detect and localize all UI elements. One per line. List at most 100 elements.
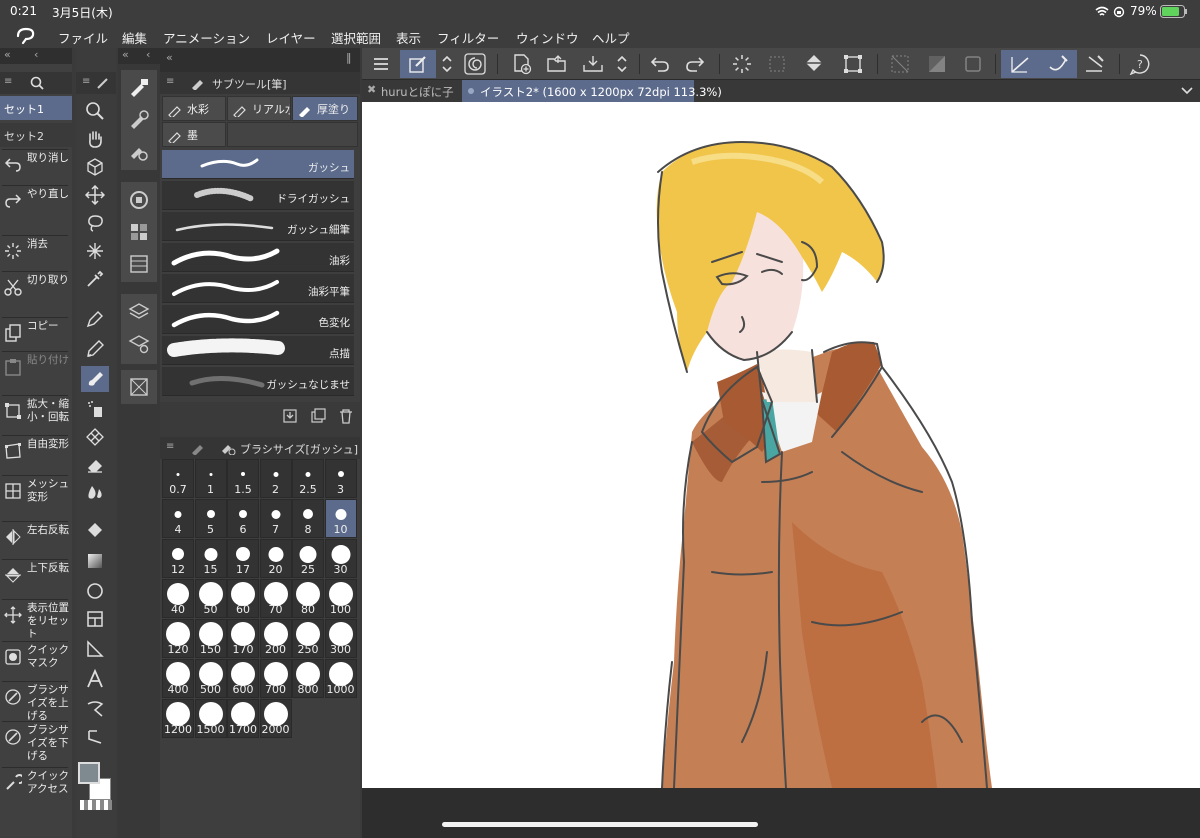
panel-menu-icon[interactable]: ≡	[166, 441, 174, 452]
brush-item[interactable]: ガッシュ細筆	[162, 212, 354, 241]
airbrush-tool-icon[interactable]	[81, 396, 109, 422]
delete-subtool-icon[interactable]	[338, 408, 354, 424]
correct-line-tool-icon[interactable]	[81, 724, 109, 750]
panel-menu-icon[interactable]: ≡	[82, 76, 90, 87]
undo-toolbar-icon[interactable]	[645, 50, 675, 78]
redo-toolbar-icon[interactable]	[680, 50, 710, 78]
brush-size-option[interactable]: 500	[194, 659, 227, 698]
save-options-chevron-icon[interactable]	[612, 50, 632, 78]
brush-size-option[interactable]: 10	[324, 499, 357, 538]
gradient-tool-icon[interactable]	[81, 548, 109, 574]
special-ruler-snap-button[interactable]	[1039, 50, 1077, 78]
frame-border-tool-icon[interactable]	[81, 606, 109, 632]
transform-icon[interactable]	[838, 50, 868, 78]
category-watercolor[interactable]: 水彩	[162, 96, 226, 121]
color-wheel-icon[interactable]	[125, 186, 153, 214]
brush-size-option[interactable]: 60	[227, 579, 259, 618]
brush-size-option[interactable]: 1700	[227, 699, 259, 738]
brush-item[interactable]: 油彩平筆	[162, 274, 354, 303]
tool-property-tab-icon[interactable]	[190, 441, 206, 455]
selection-border-icon[interactable]	[958, 50, 988, 78]
command-item-9[interactable]: 左右反転	[0, 524, 72, 558]
brush-item[interactable]: 点描	[162, 336, 354, 365]
command-item-5[interactable]: 貼り付け	[0, 354, 72, 388]
category-real-watercolor[interactable]: リアル水彩	[227, 96, 291, 121]
brush-size-option[interactable]: 100	[324, 579, 357, 618]
brush-size-option[interactable]: 2	[259, 459, 292, 498]
move-layer-tool-icon[interactable]	[81, 182, 109, 208]
brush-size-option[interactable]: 700	[259, 659, 292, 698]
help-icon[interactable]: ?	[1125, 50, 1155, 78]
set-tab-2[interactable]: セット2	[0, 123, 72, 147]
brush-size-option[interactable]: 0.7	[162, 459, 194, 498]
command-item-3[interactable]: 切り取り	[0, 274, 72, 308]
tab-huru[interactable]: ✖ huruとぽに子	[362, 80, 460, 102]
palette-collapse-bar-2[interactable]: « ‹	[118, 48, 160, 64]
brush-size-option[interactable]: 50	[194, 579, 227, 618]
new-file-icon[interactable]	[507, 50, 537, 78]
command-item-10[interactable]: 上下反転	[0, 562, 72, 596]
hand-tool-icon[interactable]	[81, 126, 109, 152]
zoom-tool-icon[interactable]	[81, 98, 109, 124]
eyedropper-tool-icon[interactable]	[81, 266, 109, 292]
duplicate-subtool-icon[interactable]	[310, 408, 326, 424]
fill-bucket-icon[interactable]	[799, 50, 829, 78]
menu-selection[interactable]: 選択範囲	[331, 28, 381, 47]
subtool-collapse-bar[interactable]: « ‖	[160, 48, 360, 72]
panel-menu-icon[interactable]: ≡	[166, 76, 174, 87]
brush-size-option[interactable]: 400	[162, 659, 194, 698]
updown-chevron-icon[interactable]	[437, 50, 457, 78]
chevron-left-icon[interactable]: ‹	[146, 48, 150, 61]
brush-item[interactable]: ドライガッシュ	[162, 181, 354, 210]
pencil-tool-icon[interactable]	[81, 336, 109, 362]
panel-resize-icon[interactable]: ‖	[346, 51, 352, 64]
chevron-left-icon[interactable]: ‹	[34, 48, 38, 61]
set-tab-1[interactable]: セット1	[0, 96, 72, 120]
layer-property-icon[interactable]	[125, 330, 153, 358]
drawing-canvas[interactable]	[362, 102, 1200, 788]
brush-size-option[interactable]: 120	[162, 619, 194, 658]
blend-tool-icon[interactable]	[81, 480, 109, 506]
clear-outside-icon[interactable]	[762, 50, 792, 78]
brush-size-option[interactable]: 1	[194, 459, 227, 498]
subtool-panel-icon[interactable]	[125, 74, 153, 102]
brush-size-option[interactable]: 5	[194, 499, 227, 538]
brush-size-option[interactable]: 150	[194, 619, 227, 658]
auto-select-wand-icon[interactable]	[81, 238, 109, 264]
brush-size-option[interactable]: 1200	[162, 699, 194, 738]
transparent-color-swatch[interactable]	[80, 800, 112, 810]
fill-tool-icon[interactable]	[81, 518, 109, 544]
close-tab-icon[interactable]: ✖	[367, 83, 376, 96]
brush-size-option[interactable]: 1500	[194, 699, 227, 738]
balloon-tool-icon[interactable]	[81, 696, 109, 722]
ruler-snap-button[interactable]	[1001, 50, 1039, 78]
menu-help[interactable]: ヘルプ	[592, 28, 630, 47]
brush-size-option[interactable]: 20	[259, 539, 292, 578]
brush-size-panel-icon[interactable]	[125, 138, 153, 166]
brush-size-option[interactable]: 300	[324, 619, 357, 658]
command-item-11[interactable]: 表示位置をリセット	[0, 602, 72, 640]
collapse-left-icon[interactable]: «	[122, 48, 129, 61]
command-item-14[interactable]: ブラシサイズを下げる	[0, 724, 72, 762]
command-item-6[interactable]: 拡大・縮小・回転	[0, 398, 72, 432]
open-folder-icon[interactable]	[542, 50, 572, 78]
color-set-icon[interactable]	[125, 218, 153, 246]
import-subtool-icon[interactable]	[282, 408, 298, 424]
simple-mode-button[interactable]	[400, 50, 436, 78]
menu-animation[interactable]: アニメーション	[163, 28, 250, 47]
text-tool-icon[interactable]	[81, 666, 109, 692]
brush-size-option[interactable]: 3	[324, 459, 357, 498]
brush-size-option[interactable]: 2000	[259, 699, 292, 738]
clip-studio-logo-icon[interactable]	[15, 27, 37, 45]
brush-size-option[interactable]: 70	[259, 579, 292, 618]
brush-item[interactable]: 油彩	[162, 243, 354, 272]
deselect-icon[interactable]	[885, 50, 915, 78]
figure-tool-icon[interactable]	[81, 578, 109, 604]
layer-panel-icon[interactable]	[125, 298, 153, 326]
brush-size-option[interactable]: 12	[162, 539, 194, 578]
search-icon[interactable]	[30, 76, 44, 90]
brush-tool-icon[interactable]	[81, 366, 109, 392]
command-item-2[interactable]: 消去	[0, 238, 72, 272]
brush-item[interactable]: ガッシュなじませ	[162, 367, 354, 396]
operation-tool-icon[interactable]	[81, 154, 109, 180]
